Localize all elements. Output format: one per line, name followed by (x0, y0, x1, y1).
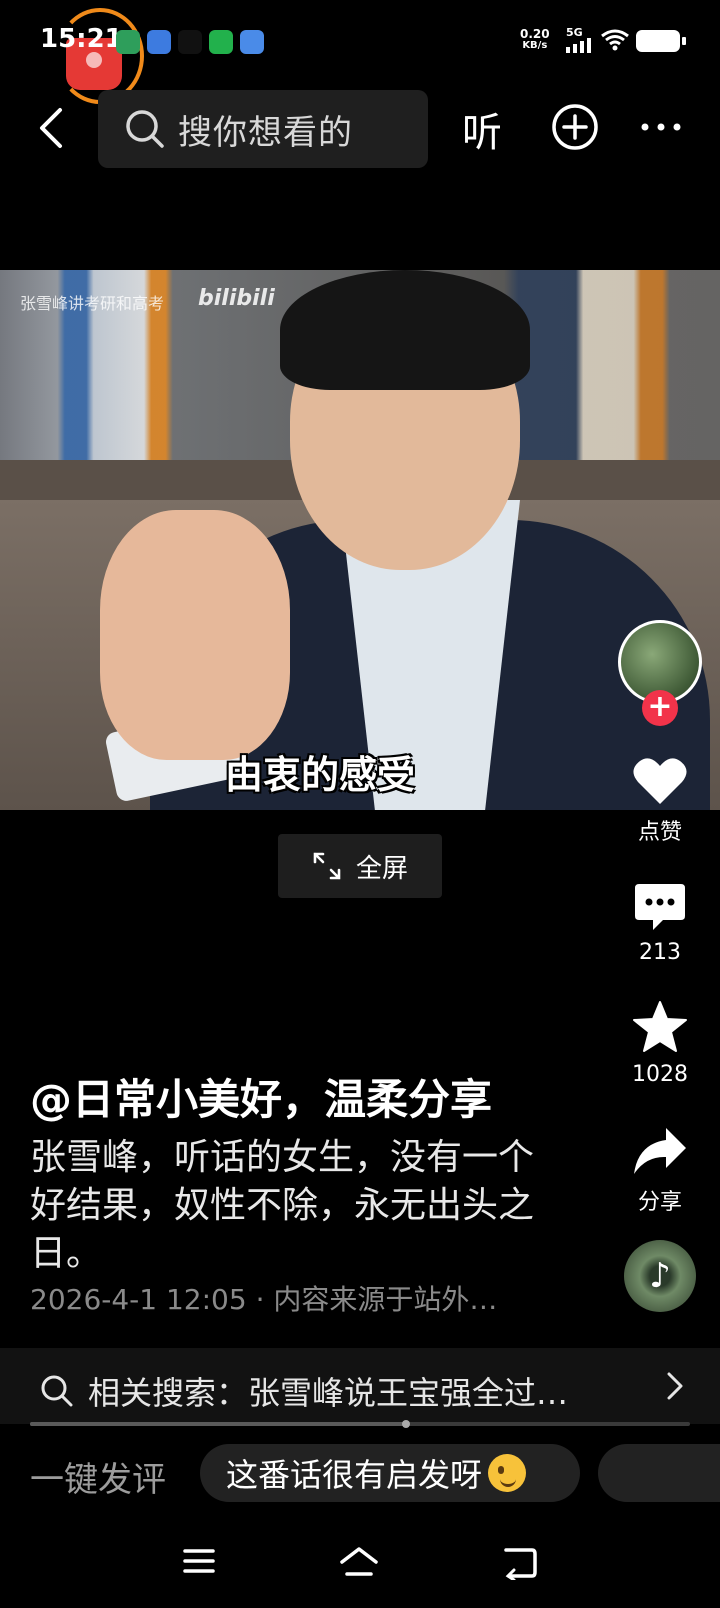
app-notification-icon (147, 30, 171, 54)
expand-icon (313, 852, 341, 880)
video-person-hand (100, 510, 290, 760)
share-label: 分享 (637, 1190, 682, 1215)
app-notification-icon (116, 30, 140, 54)
menu-icon[interactable] (182, 1546, 216, 1576)
status-time: 15:21 (40, 24, 123, 54)
music-disc-icon[interactable]: ♪ (624, 1240, 696, 1312)
follow-plus-icon[interactable]: + (642, 690, 678, 726)
chevron-right-icon (667, 1372, 683, 1400)
network-speed: 0.20 KB/s (520, 28, 550, 52)
quick-comment-chip-text: 这番话很有启发呀 (226, 1456, 483, 1494)
heart-icon (633, 758, 687, 804)
status-bar: 15:21 0.20 KB/s 5G (0, 0, 720, 104)
battery-icon (636, 30, 686, 52)
network-speed-unit: KB/s (522, 40, 548, 51)
share-icon (634, 1128, 686, 1174)
video-player[interactable]: 张雪峰讲考研和高考 bilibili 由衷的感受 (0, 270, 720, 810)
quick-comment-bar: 一键发评 这番话很有启发呀 (0, 1440, 720, 1508)
star-icon (633, 1001, 687, 1052)
related-search-text: 相关搜索：张雪峰说王宝强全过… (88, 1374, 569, 1412)
quick-comment-label: 一键发评 (30, 1460, 166, 1500)
video-description: 张雪峰，听话的女生，没有一个好结果，奴性不除，永无出头之日。 (30, 1137, 535, 1274)
related-search-content: 相关搜索：张雪峰说王宝强全过… (40, 1368, 568, 1414)
top-nav: 搜你想看的 听 (0, 88, 720, 168)
system-nav-bar (0, 1530, 720, 1608)
share-button[interactable]: 分享 (614, 1126, 706, 1216)
wechat-notification-icon (209, 30, 233, 54)
favorite-button[interactable]: 1028 (614, 1000, 706, 1087)
video-watermark: 张雪峰讲考研和高考 (20, 294, 165, 313)
video-progress-fill (30, 1422, 407, 1426)
comment-count: 213 (639, 940, 681, 965)
quick-comment-chip[interactable]: 这番话很有启发呀 (200, 1444, 580, 1502)
network-speed-value: 0.20 (520, 27, 550, 41)
search-icon (41, 1375, 73, 1407)
wifi-icon (601, 29, 629, 51)
bilibili-logo: bilibili (198, 286, 275, 311)
search-icon (126, 110, 164, 148)
comment-button[interactable]: 213 (614, 882, 706, 965)
favorite-count: 1028 (632, 1062, 688, 1087)
video-subtitle: 由衷的感受 (224, 753, 415, 797)
related-search-bar[interactable]: 相关搜索：张雪峰说王宝强全过… (0, 1348, 720, 1424)
add-icon[interactable] (550, 102, 600, 152)
back-arrow-icon[interactable] (30, 104, 78, 152)
search-input[interactable]: 搜你想看的 (98, 90, 428, 168)
listen-button[interactable]: 听 (462, 100, 502, 158)
wink-emoji-icon (488, 1454, 527, 1492)
comment-icon (635, 884, 685, 930)
home-icon[interactable] (338, 1546, 380, 1580)
quick-comment-chip[interactable] (598, 1444, 720, 1502)
more-icon[interactable] (640, 122, 682, 132)
search-placeholder: 搜你想看的 (178, 112, 353, 153)
like-label: 点赞 (637, 820, 682, 845)
video-person-hair (280, 270, 530, 390)
app-notification-icon (240, 30, 264, 54)
fullscreen-button[interactable]: 全屏 (278, 834, 442, 898)
back-icon[interactable] (502, 1546, 538, 1580)
tiktok-notification-icon (178, 30, 202, 54)
like-button[interactable]: 点赞 (614, 756, 706, 846)
notification-icons (116, 30, 264, 54)
signal-icon (566, 38, 591, 53)
video-meta: 2026-4-1 12:05 · 内容来源于站外… (30, 1283, 498, 1316)
author-name[interactable]: @日常小美好，温柔分享 (30, 1066, 492, 1127)
video-progress-bar[interactable] (30, 1420, 690, 1428)
video-progress-thumb[interactable] (402, 1420, 411, 1428)
fullscreen-label: 全屏 (355, 853, 408, 884)
